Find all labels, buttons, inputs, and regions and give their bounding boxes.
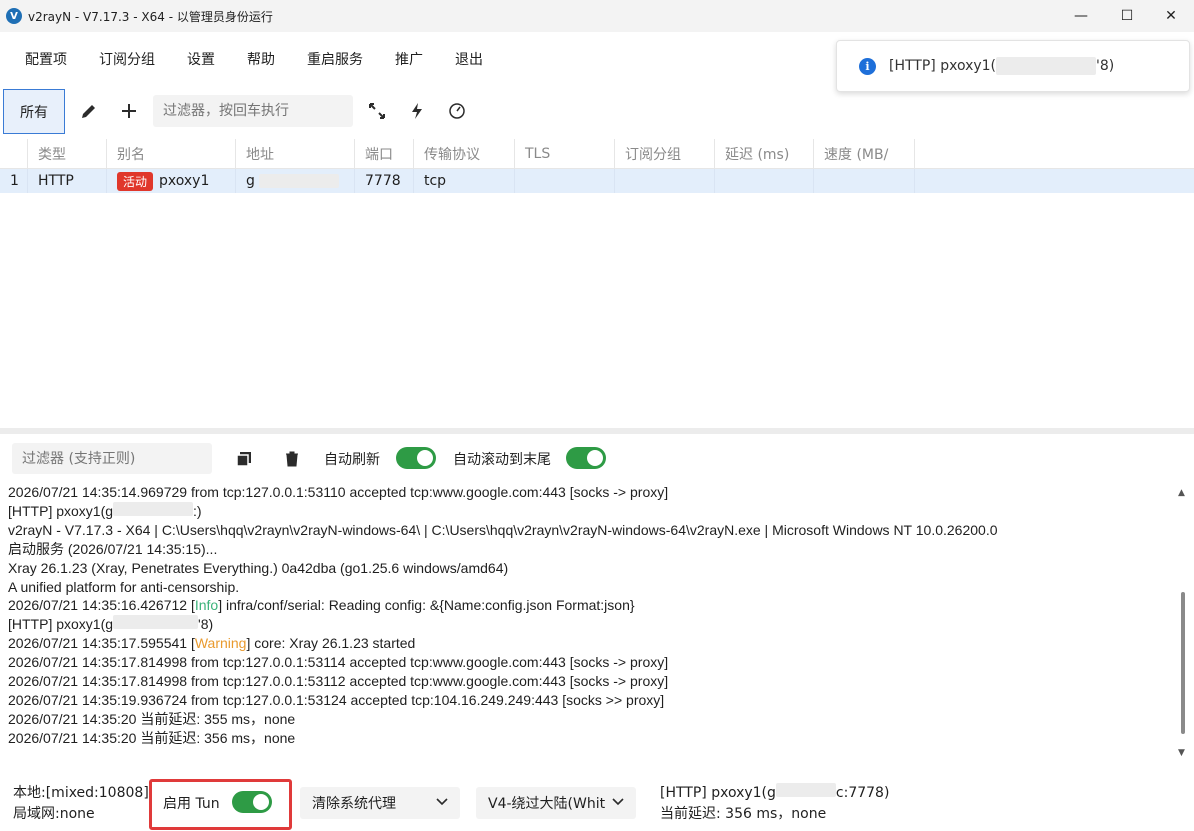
log-line: Xray 26.1.23 (Xray, Penetrates Everythin…: [8, 559, 509, 576]
col-subscription[interactable]: 订阅分组: [615, 139, 715, 169]
cell-type: HTTP: [28, 169, 107, 193]
col-delay[interactable]: 延迟 (ms): [715, 139, 814, 169]
cell-subscription: [615, 169, 715, 193]
speedometer-icon[interactable]: [445, 99, 469, 123]
menu-promotion[interactable]: 推广: [395, 49, 423, 69]
menu-exit[interactable]: 退出: [455, 49, 483, 69]
cell-speed: [814, 169, 915, 193]
title-bar: V v2rayN - V7.17.3 - X64 - 以管理员身份运行 — ☐ …: [0, 0, 1194, 32]
log-line: 2026/07/21 14:35:14.969729 from tcp:127.…: [8, 484, 669, 500]
col-tls[interactable]: TLS: [515, 139, 615, 169]
auto-refresh-label: 自动刷新: [324, 452, 380, 468]
log-line: [HTTP] pxoxy1(g:): [8, 501, 202, 519]
menu-restart-service[interactable]: 重启服务: [307, 49, 363, 69]
scroll-down-icon[interactable]: ▼: [1178, 748, 1185, 758]
cell-network: tcp: [414, 169, 515, 193]
tun-label: 启用 Tun: [163, 796, 220, 812]
trash-icon[interactable]: [281, 448, 303, 470]
cell-tls: [515, 169, 615, 193]
current-delay: 当前延迟: 356 ms，none: [660, 806, 827, 822]
log-line: 2026/07/21 14:35:17.814998 from tcp:127.…: [8, 654, 669, 671]
address-prefix: g: [246, 173, 255, 189]
system-proxy-select[interactable]: 清除系统代理: [300, 787, 460, 819]
menu-subscription-group[interactable]: 订阅分组: [99, 49, 155, 69]
routing-value: V4-绕过大陆(Whit: [488, 796, 606, 812]
local-port-status: 本地:[mixed:10808] 局域网:none: [13, 783, 149, 825]
menu-profiles[interactable]: 配置项: [25, 49, 67, 69]
col-speed[interactable]: 速度 (MB/: [814, 139, 915, 169]
notification-toast[interactable]: i [HTTP] pxoxy1( '8): [836, 40, 1190, 92]
log-line: A unified platform for anti-censorship.: [8, 578, 240, 595]
col-alias[interactable]: 别名: [107, 139, 236, 169]
cell-alias: 活动 pxoxy1: [107, 169, 236, 193]
chevron-down-icon: [436, 795, 448, 810]
table-row[interactable]: 1 HTTP 活动 pxoxy1 g 7778 tcp: [0, 169, 1194, 193]
toast-message-suffix: '8): [1096, 58, 1115, 74]
profile-table: 类型 别名 地址 端口 传输协议 TLS 订阅分组 延迟 (ms) 速度 (MB…: [0, 139, 1194, 193]
menu-help[interactable]: 帮助: [247, 49, 275, 69]
auto-refresh-toggle[interactable]: [396, 447, 436, 469]
col-index: [0, 139, 28, 169]
log-output[interactable]: 2026/07/21 14:35:14.969729 from tcp:127.…: [8, 483, 1168, 763]
routing-select[interactable]: V4-绕过大陆(Whit: [476, 787, 636, 819]
log-line: 2026/07/21 14:35:16.426712 [Info] infra/…: [8, 597, 635, 614]
v2rayn-logo-icon: V: [6, 8, 22, 24]
redacted-address: [996, 57, 1097, 75]
log-line: v2rayN - V7.17.3 - X64 | C:\Users\hqq\v2…: [8, 521, 998, 538]
tun-toggle[interactable]: [232, 791, 272, 813]
current-server-status: [HTTP] pxoxy1(g c:7778) 当前延迟: 356 ms，none: [660, 783, 889, 825]
window-title: v2rayN - V7.17.3 - X64 - 以管理员身份运行: [28, 9, 273, 24]
alias-text: pxoxy1: [159, 173, 210, 189]
menu-settings[interactable]: 设置: [187, 49, 215, 69]
log-filter-input[interactable]: [12, 443, 212, 474]
col-address[interactable]: 地址: [236, 139, 355, 169]
current-server: [HTTP] pxoxy1(g c:7778): [660, 783, 890, 801]
log-line: 启动服务 (2026/07/21 14:35:15)...: [8, 540, 218, 557]
auto-scroll-label: 自动滚动到末尾: [453, 452, 551, 468]
minimize-button[interactable]: —: [1058, 0, 1104, 32]
profile-toolbar: 所有: [0, 89, 1194, 135]
toast-message-prefix: [HTTP] pxoxy1(: [889, 58, 997, 74]
local-listen: 本地:[mixed:10808]: [13, 785, 149, 801]
scroll-up-icon[interactable]: ▲: [1178, 488, 1185, 498]
cell-delay: [715, 169, 814, 193]
scroll-thumb[interactable]: [1181, 592, 1185, 734]
lightning-icon[interactable]: [405, 99, 429, 123]
table-header: 类型 别名 地址 端口 传输协议 TLS 订阅分组 延迟 (ms) 速度 (MB…: [0, 139, 1194, 169]
edit-icon[interactable]: [77, 99, 101, 123]
col-type[interactable]: 类型: [28, 139, 107, 169]
lan-status: 局域网:none: [13, 806, 95, 822]
auto-scroll-toggle[interactable]: [566, 447, 606, 469]
pane-splitter[interactable]: [0, 428, 1194, 434]
col-network[interactable]: 传输协议: [414, 139, 515, 169]
col-port[interactable]: 端口: [355, 139, 414, 169]
log-line: 2026/07/21 14:35:20 当前延迟: 356 ms，none: [8, 729, 296, 746]
log-line: [HTTP] pxoxy1(g '8): [8, 615, 214, 633]
toast-message: [HTTP] pxoxy1( '8): [889, 57, 1114, 75]
log-line: 2026/07/21 14:35:20 当前延迟: 355 ms，none: [8, 710, 296, 727]
log-line: 2026/07/21 14:35:17.814998 from tcp:127.…: [8, 673, 669, 690]
row-index: 1: [0, 169, 28, 193]
filter-all-button[interactable]: 所有: [3, 89, 65, 134]
active-badge: 活动: [117, 171, 154, 191]
log-level-info: Info: [194, 597, 219, 614]
add-icon[interactable]: [117, 99, 141, 123]
expand-icon[interactable]: [365, 99, 389, 123]
profile-filter-input[interactable]: [153, 95, 353, 127]
cell-address: g: [236, 169, 355, 193]
info-icon: i: [859, 57, 876, 75]
cell-port: 7778: [355, 169, 414, 193]
close-button[interactable]: ✕: [1148, 0, 1194, 32]
log-level-warning: Warning: [194, 635, 247, 652]
copy-icon[interactable]: [233, 448, 255, 470]
log-line: 2026/07/21 14:35:19.936724 from tcp:127.…: [8, 691, 665, 708]
redacted-address: [258, 174, 339, 188]
maximize-button[interactable]: ☐: [1104, 0, 1150, 32]
system-proxy-value: 清除系统代理: [312, 796, 396, 812]
log-line: 2026/07/21 14:35:17.595541 [Warning] cor…: [8, 635, 416, 652]
chevron-down-icon: [612, 795, 624, 810]
log-scrollbar[interactable]: ▲ ▼: [1176, 488, 1190, 764]
